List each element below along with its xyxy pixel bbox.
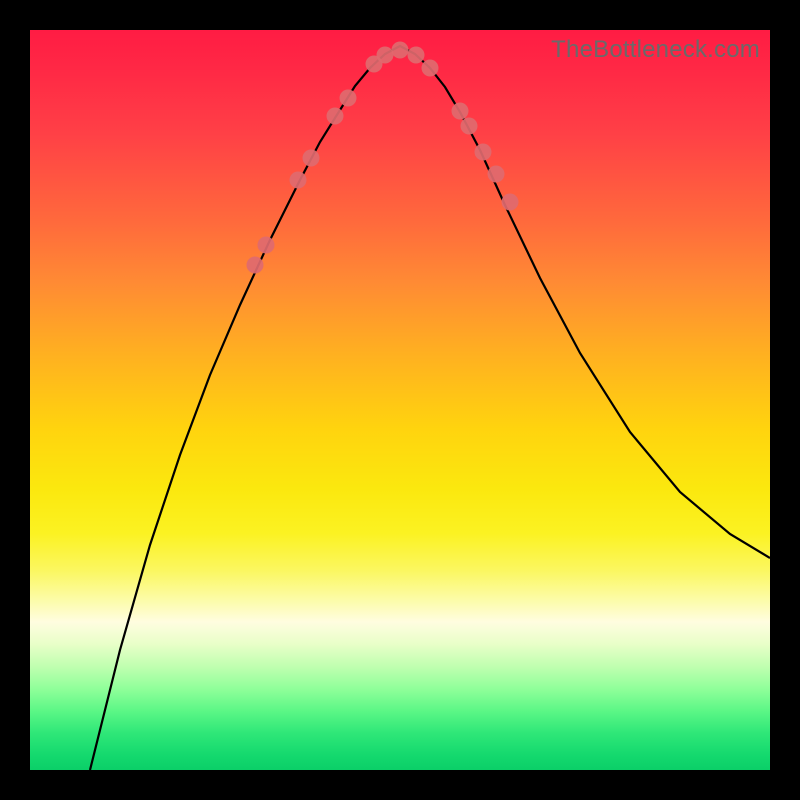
curve-marker	[452, 103, 469, 120]
curve-markers	[247, 42, 519, 274]
curve-marker	[258, 237, 275, 254]
curve-marker	[247, 257, 264, 274]
curve-marker	[392, 42, 409, 59]
curve-marker	[340, 90, 357, 107]
curve-marker	[408, 47, 425, 64]
chart-svg	[30, 30, 770, 770]
curve-marker	[461, 118, 478, 135]
curve-marker	[303, 150, 320, 167]
outer-frame: TheBottleneck.com	[0, 0, 800, 800]
curve-marker	[422, 60, 439, 77]
plot-area: TheBottleneck.com	[30, 30, 770, 770]
curve-marker	[502, 194, 519, 211]
curve-marker	[290, 172, 307, 189]
bottleneck-curve	[90, 46, 770, 770]
curve-marker	[475, 144, 492, 161]
curve-marker	[327, 108, 344, 125]
curve-marker	[488, 166, 505, 183]
curve-marker	[377, 47, 394, 64]
